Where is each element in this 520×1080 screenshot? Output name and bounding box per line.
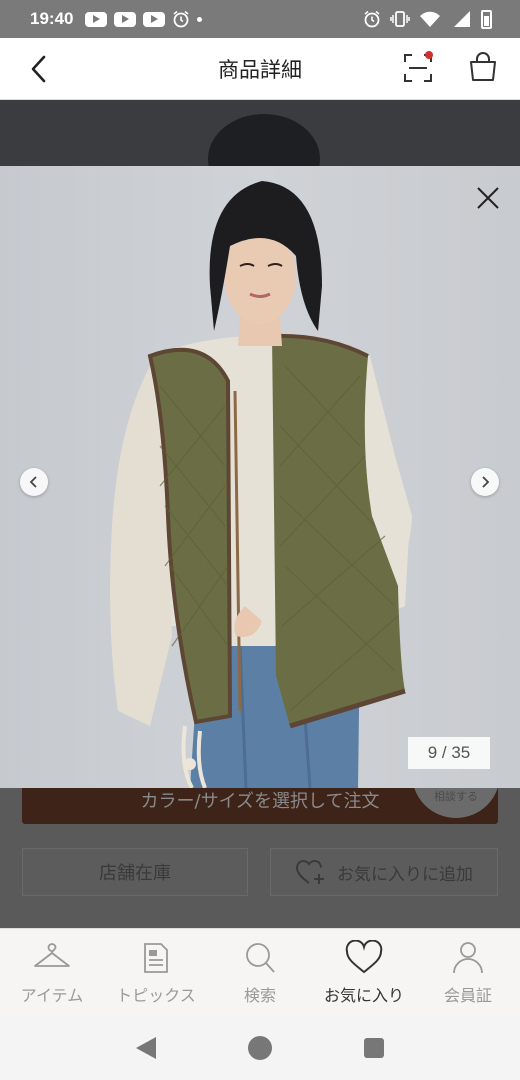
alarm-icon: [364, 10, 380, 28]
document-icon: [144, 942, 168, 973]
product-photo: [0, 166, 520, 788]
nav-label-items: アイテム: [20, 985, 84, 1005]
android-recents-icon[interactable]: [364, 1038, 384, 1058]
hanger-icon: [34, 942, 70, 967]
shopping-bag-icon: [470, 52, 496, 81]
chevron-left-icon: [31, 55, 46, 83]
background-product-photo: [0, 100, 520, 166]
nav-item-favorites[interactable]: お気に入り: [312, 929, 416, 1016]
bottom-navigation: アイテム トピックス 検索 お気に入り 会員証: [0, 928, 520, 1016]
store-stock-button[interactable]: 店舗在庫: [22, 848, 248, 896]
nav-item-membership[interactable]: 会員証: [416, 929, 520, 1016]
nav-label-topics: トピックス: [116, 985, 196, 1005]
heart-icon: [345, 939, 383, 973]
more-notifications-icon: [197, 16, 203, 22]
close-icon: [477, 187, 499, 209]
search-icon: [246, 942, 275, 973]
nav-item-search[interactable]: 検索: [208, 929, 312, 1016]
notification-icons: [85, 10, 203, 28]
status-bar: 19:40: [0, 0, 520, 38]
youtube-icon: [114, 11, 137, 27]
add-favorite-button[interactable]: お気に入りに追加: [270, 848, 498, 896]
android-home-icon[interactable]: [248, 1036, 272, 1060]
youtube-icon: [85, 11, 108, 27]
nav-label-favorites: お気に入り: [323, 985, 404, 1005]
order-button-label: カラー/サイズを選択して注文: [140, 791, 380, 812]
previous-image-button[interactable]: [20, 468, 48, 496]
back-button[interactable]: [26, 54, 54, 84]
nav-label-search: 検索: [243, 985, 276, 1005]
app-header: 商品詳細: [0, 38, 520, 100]
heart-plus-icon: [295, 859, 324, 884]
product-image-viewer[interactable]: 9 / 35: [0, 166, 520, 788]
add-favorite-label: お気に入りに追加: [337, 864, 473, 885]
battery-icon: [481, 9, 492, 29]
scan-button[interactable]: [402, 51, 434, 84]
image-counter: 9 / 35: [408, 737, 490, 769]
person-icon: [453, 941, 483, 973]
status-time: 19:40: [30, 9, 74, 28]
nav-label-membership: 会員証: [443, 985, 492, 1005]
android-navigation-bar: [0, 1016, 520, 1080]
cart-button[interactable]: [466, 50, 500, 84]
chevron-left-icon: [29, 476, 37, 488]
nav-item-topics[interactable]: トピックス: [104, 929, 208, 1016]
wifi-icon: [420, 11, 440, 27]
next-image-button[interactable]: [471, 468, 499, 496]
store-stock-label: 店舗在庫: [99, 863, 171, 884]
chevron-right-icon: [482, 476, 490, 488]
notification-dot: [425, 51, 433, 59]
signal-icon: [454, 11, 470, 27]
page-title: 商品詳細: [218, 57, 302, 82]
consult-button-label: 相談する: [434, 790, 478, 803]
nav-item-items[interactable]: アイテム: [0, 929, 104, 1016]
vibrate-icon: [390, 11, 410, 27]
android-back-icon[interactable]: [136, 1037, 156, 1059]
close-viewer-button[interactable]: [472, 182, 504, 214]
system-icons: [363, 9, 492, 29]
youtube-icon: [143, 11, 166, 27]
alarm-icon: [173, 10, 189, 28]
